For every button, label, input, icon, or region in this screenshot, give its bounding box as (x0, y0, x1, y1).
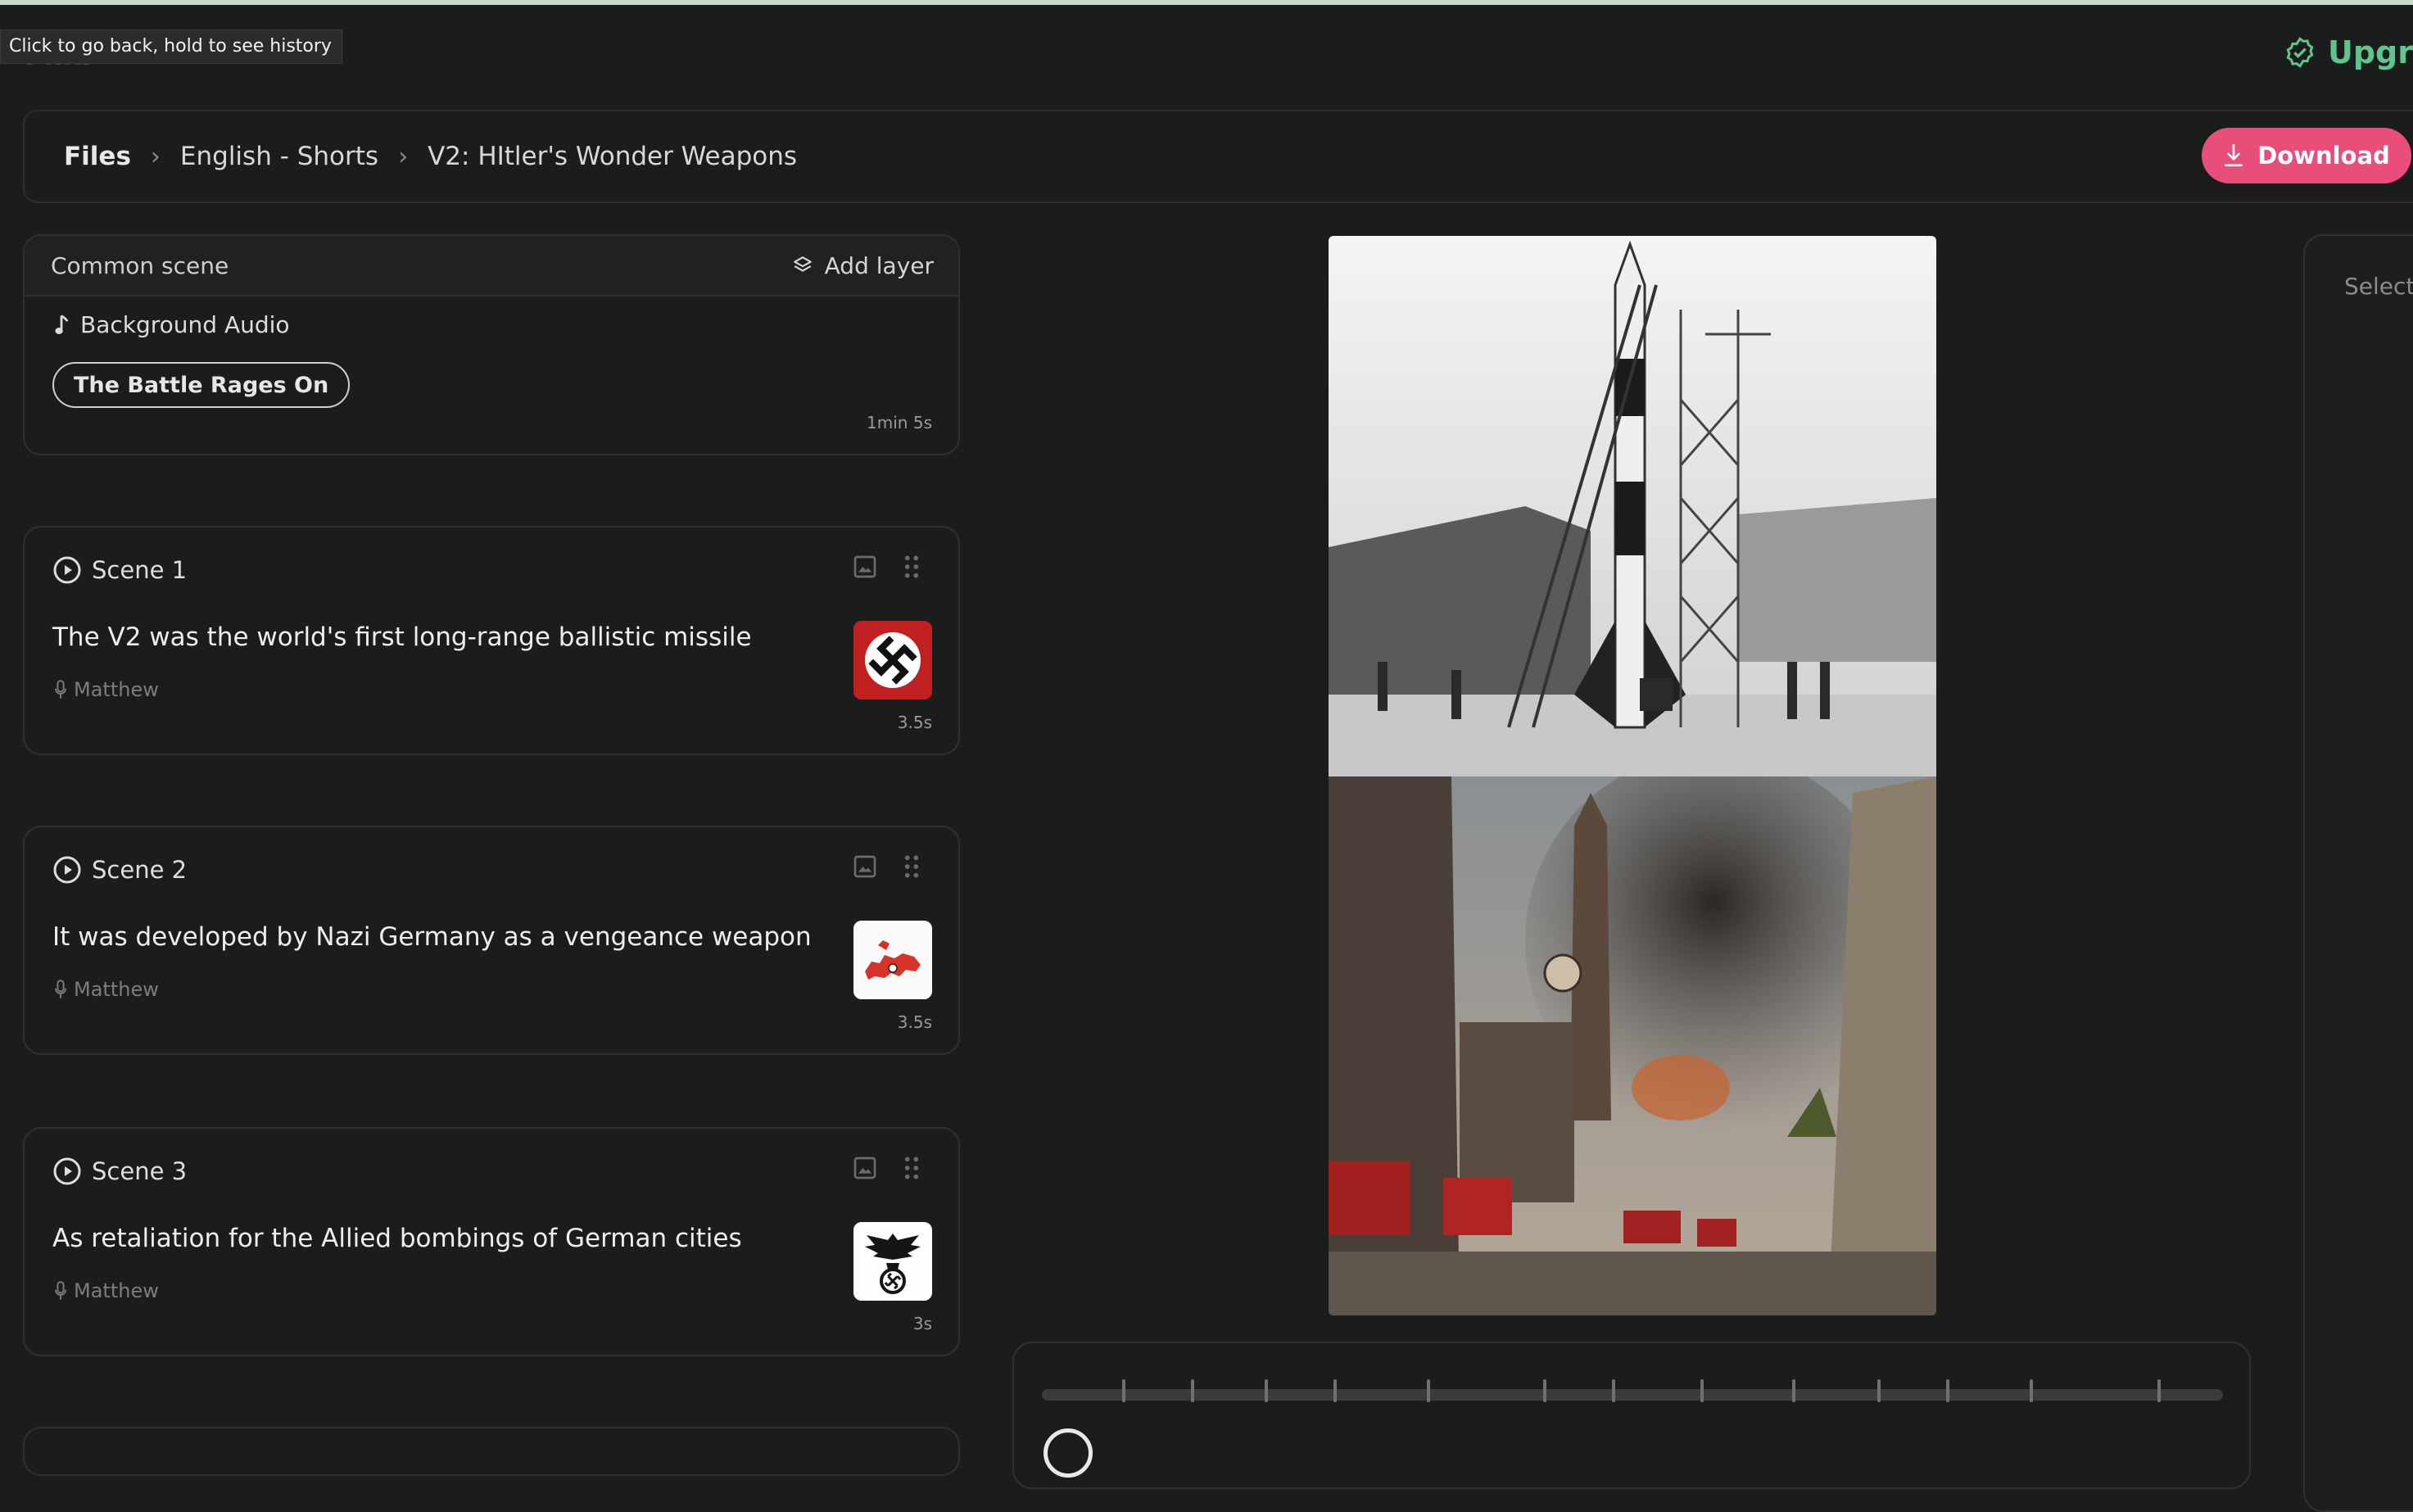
play-circle-icon[interactable] (52, 1157, 82, 1186)
background-audio-text: Background Audio (80, 311, 290, 338)
verified-check-icon (2286, 37, 2314, 68)
microphone-icon (55, 980, 66, 998)
timeline-scene-marker[interactable] (1122, 1379, 1125, 1402)
header-bar: Files › English - Shorts › V2: HItler's … (23, 110, 2413, 203)
image-icon[interactable] (852, 554, 878, 580)
image-icon[interactable] (852, 853, 878, 880)
eagle-emblem-icon (853, 1222, 932, 1301)
scene-card[interactable] (23, 1427, 960, 1476)
page-load-bar (0, 0, 2413, 5)
timeline-panel (1012, 1342, 2251, 1489)
chevron-right-icon: › (398, 142, 409, 171)
preview-frame-london (1329, 776, 1936, 1315)
scene-script-text[interactable]: It was developed by Nazi Germany as a ve… (52, 922, 812, 952)
microphone-icon (55, 680, 66, 699)
properties-panel: Select custom (2303, 234, 2413, 1512)
common-scene-title: Common scene (51, 251, 229, 279)
scene-card[interactable]: Scene 2 It was developed by Nazi Germany… (23, 826, 960, 1055)
timeline-scene-marker[interactable] (2030, 1379, 2033, 1402)
timeline-scene-marker[interactable] (1877, 1379, 1881, 1402)
scene-thumbnail[interactable] (853, 1222, 932, 1301)
map-icon (853, 921, 932, 999)
music-note-icon (55, 314, 69, 334)
add-layer-button[interactable]: Add layer (792, 252, 934, 279)
scene-header: Scene 3 (52, 1157, 187, 1186)
scene-voice[interactable]: Matthew (54, 978, 159, 1001)
download-label: Download (2257, 142, 2390, 170)
common-scene-card: Common scene Add layer Background Audio … (23, 234, 960, 455)
scene-thumbnail[interactable] (853, 621, 932, 699)
scene-title: Scene 3 (92, 1157, 188, 1185)
timeline-scrubber[interactable] (1042, 1379, 2223, 1402)
scene-tools (852, 554, 921, 580)
scene-voice[interactable]: Matthew (54, 678, 159, 701)
timeline-scene-marker[interactable] (1427, 1379, 1430, 1402)
scene-duration: 3.5s (897, 1012, 932, 1032)
add-layer-label: Add layer (824, 251, 934, 279)
scene-card[interactable]: Scene 1 The V2 was the world's first lon… (23, 526, 960, 755)
timeline-scene-marker[interactable] (1700, 1379, 1704, 1402)
timeline-scene-marker[interactable] (1265, 1379, 1268, 1402)
scene-title: Scene 1 (92, 556, 188, 584)
properties-hint: Select custom (2344, 273, 2413, 300)
back-history-tooltip: Click to go back, hold to see history (0, 29, 342, 64)
image-icon[interactable] (852, 1155, 878, 1181)
voice-name: Matthew (74, 978, 159, 1001)
breadcrumb-files[interactable]: Files (64, 142, 131, 171)
microphone-icon (55, 1281, 66, 1300)
scene-thumbnail[interactable] (853, 921, 932, 999)
swastika-flag-icon (853, 621, 932, 699)
play-circle-icon[interactable] (52, 855, 82, 885)
drag-handle-icon[interactable] (903, 554, 921, 580)
breadcrumb-folder[interactable]: English - Shorts (180, 142, 378, 171)
preview-frame-rocket (1329, 236, 1936, 776)
play-circle-icon[interactable] (52, 555, 82, 585)
download-icon (2225, 143, 2243, 167)
background-audio-label: Background Audio (54, 311, 290, 338)
download-button[interactable]: Download (2202, 128, 2411, 183)
scene-tools (852, 853, 921, 880)
common-scene-duration: 1min 5s (867, 413, 932, 432)
layers-icon (793, 256, 812, 272)
timeline-scene-marker[interactable] (1191, 1379, 1194, 1402)
scene-script-text[interactable]: The V2 was the world's first long-range … (52, 622, 752, 652)
scene-duration: 3.5s (897, 713, 932, 732)
scene-header: Scene 2 (52, 855, 187, 885)
audio-track-chip[interactable]: The Battle Rages On (52, 362, 351, 408)
video-preview[interactable] (1329, 236, 1936, 1315)
scene-title: Scene 2 (92, 856, 188, 884)
scene-header: Scene 1 (52, 555, 187, 585)
timeline-scene-marker[interactable] (1333, 1379, 1337, 1402)
scene-tools (852, 1155, 921, 1181)
play-button[interactable] (1044, 1428, 1093, 1478)
timeline-scene-marker[interactable] (1612, 1379, 1615, 1402)
chevron-right-icon: › (150, 142, 161, 171)
scene-duration: 3s (912, 1314, 932, 1333)
voice-name: Matthew (74, 678, 159, 701)
timeline-scene-marker[interactable] (2157, 1379, 2161, 1402)
breadcrumb: Files › English - Shorts › V2: HItler's … (64, 111, 797, 201)
voice-name: Matthew (74, 1279, 159, 1302)
drag-handle-icon[interactable] (903, 1155, 921, 1181)
scene-card[interactable]: Scene 3 As retaliation for the Allied bo… (23, 1127, 960, 1356)
scene-script-text[interactable]: As retaliation for the Allied bombings o… (52, 1224, 742, 1253)
common-scene-header: Common scene Add layer (25, 236, 958, 297)
upgrade-label: Upgr (2328, 34, 2413, 70)
timeline-scene-marker[interactable] (1543, 1379, 1546, 1402)
timeline-scene-marker[interactable] (1792, 1379, 1795, 1402)
upgrade-link[interactable]: Upgr (2284, 34, 2413, 70)
scene-voice[interactable]: Matthew (54, 1279, 159, 1302)
breadcrumb-file[interactable]: V2: HItler's Wonder Weapons (428, 142, 797, 171)
drag-handle-icon[interactable] (903, 853, 921, 880)
timeline-scene-marker[interactable] (1946, 1379, 1949, 1402)
